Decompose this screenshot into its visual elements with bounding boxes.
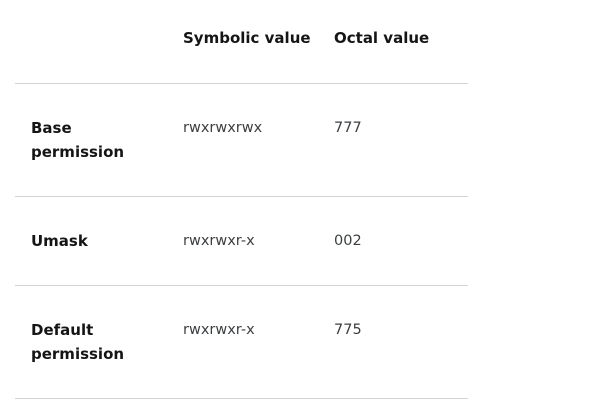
octal-value-cell: 002 <box>318 196 468 286</box>
header-empty-cell <box>15 0 167 84</box>
octal-value-cell: 777 <box>318 83 468 197</box>
permissions-table: Symbolic value Octal value Base permissi… <box>15 0 468 399</box>
symbolic-value-cell: rwxrwxr-x <box>167 196 318 286</box>
row-label: Base permission <box>15 83 167 197</box>
header-row: Symbolic value Octal value <box>15 0 468 84</box>
table-header: Symbolic value Octal value <box>15 0 468 84</box>
header-symbolic-value: Symbolic value <box>167 0 318 84</box>
table-row: Base permission rwxrwxrwx 777 <box>15 83 468 197</box>
row-label: Default permission <box>15 285 167 399</box>
symbolic-value-cell: rwxrwxr-x <box>167 285 318 399</box>
octal-value-cell: 775 <box>318 285 468 399</box>
table-body: Base permission rwxrwxrwx 777 Umask rwxr… <box>15 83 468 399</box>
row-label: Umask <box>15 196 167 286</box>
symbolic-value-cell: rwxrwxrwx <box>167 83 318 197</box>
table-row: Umask rwxrwxr-x 002 <box>15 196 468 286</box>
header-octal-value: Octal value <box>318 0 468 84</box>
table-row: Default permission rwxrwxr-x 775 <box>15 285 468 399</box>
